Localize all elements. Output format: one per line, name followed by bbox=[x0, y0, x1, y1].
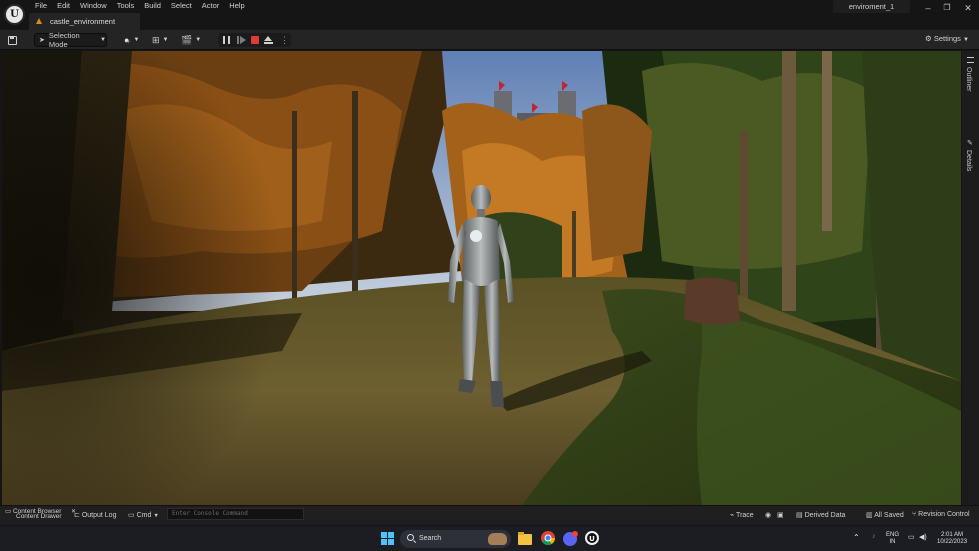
outliner-icon bbox=[967, 57, 974, 63]
close-button[interactable]: ✕ bbox=[961, 2, 975, 14]
content-drawer-label: Content Drawer bbox=[16, 513, 62, 520]
revision-control-button[interactable]: ⑂ Revision Control bbox=[912, 511, 970, 518]
more-options-icon[interactable]: ⋮ bbox=[280, 35, 289, 46]
menu-bar: File Edit Window Tools Build Select Acto… bbox=[30, 1, 250, 12]
frame-skip-icon[interactable] bbox=[237, 36, 246, 44]
branch-icon: ⑂ bbox=[912, 511, 917, 518]
svg-text:U: U bbox=[589, 535, 595, 543]
taskbar-search[interactable]: Search bbox=[400, 530, 511, 548]
all-saved-label: All Saved bbox=[874, 512, 904, 519]
maximize-button[interactable]: ❐ bbox=[940, 2, 954, 14]
chevron-down-icon: ▼ bbox=[153, 513, 159, 519]
search-highlight-image bbox=[488, 533, 507, 545]
derived-data-label: Derived Data bbox=[804, 512, 846, 519]
add-actor-button[interactable]: ● + ▼ bbox=[124, 33, 139, 47]
play-controls: ⋮ bbox=[218, 33, 291, 47]
screenshot-icon[interactable]: ▣ bbox=[777, 511, 784, 519]
chevron-up-icon[interactable]: ⌃ bbox=[853, 533, 860, 542]
level-viewport[interactable] bbox=[2, 51, 961, 505]
main-toolbar: ➤ Selection Mode ▼ ● + ▼ ⊞ ▼ 🎬 ▼ ⋮ ⚙ Setting… bbox=[0, 30, 979, 50]
cursor-icon: ➤ bbox=[39, 37, 45, 44]
selection-mode-dropdown[interactable]: ➤ Selection Mode ▼ bbox=[34, 31, 107, 49]
save-button[interactable] bbox=[8, 33, 19, 47]
output-log-label: Output Log bbox=[81, 512, 117, 519]
blueprint-button[interactable]: ⊞ ▼ bbox=[152, 33, 169, 47]
cinematics-button[interactable]: 🎬 ▼ bbox=[181, 33, 201, 47]
tab-outliner[interactable]: Outliner bbox=[965, 67, 972, 92]
clock[interactable]: 2:01 AM 10/22/2023 bbox=[937, 532, 967, 546]
windows-taskbar: Search U ⌃ ♪ ENG IN ▭ ◀) 2:01 AM 10/22/2… bbox=[0, 526, 979, 551]
scene-render bbox=[2, 51, 961, 505]
stop-icon[interactable] bbox=[251, 36, 259, 44]
plus-icon: + bbox=[126, 39, 131, 46]
file-explorer-icon[interactable] bbox=[518, 532, 533, 547]
language-line-2: IN bbox=[889, 539, 896, 545]
unreal-taskbar-icon[interactable]: U bbox=[585, 531, 600, 546]
chevron-down-icon: ▼ bbox=[162, 37, 169, 43]
search-label: Search bbox=[419, 535, 442, 542]
clapperboard-icon: 🎬 bbox=[181, 34, 193, 45]
log-icon: ⊏ bbox=[74, 512, 80, 519]
trace-label: Trace bbox=[736, 512, 754, 519]
folder-icon: ▭ bbox=[5, 508, 12, 515]
clock-time: 2:01 AM bbox=[941, 532, 964, 538]
record-icon[interactable]: ◉ bbox=[765, 511, 771, 519]
all-saved-button[interactable]: ▥ All Saved bbox=[866, 511, 904, 519]
trace-icon: ⌁ bbox=[730, 512, 735, 519]
menu-select[interactable]: Select bbox=[166, 1, 197, 12]
eject-icon[interactable] bbox=[264, 36, 273, 44]
cmd-dropdown[interactable]: ▭ Cmd ▼ bbox=[128, 511, 159, 519]
menu-help[interactable]: Help bbox=[224, 1, 249, 12]
console-command-input[interactable]: Enter Console Command bbox=[167, 508, 304, 520]
chevron-down-icon: ▼ bbox=[100, 37, 106, 43]
unreal-logo-icon[interactable]: U bbox=[4, 4, 25, 25]
menu-window[interactable]: Window bbox=[75, 1, 112, 12]
output-log-button[interactable]: ⊏ Output Log bbox=[74, 511, 116, 519]
cmd-label: Cmd bbox=[136, 512, 152, 519]
menu-build[interactable]: Build bbox=[139, 1, 166, 12]
discord-icon[interactable] bbox=[563, 531, 578, 546]
chevron-down-icon: ▼ bbox=[963, 37, 969, 43]
chrome-icon[interactable] bbox=[541, 531, 556, 546]
right-side-panel: Outliner ✎ Details bbox=[962, 51, 979, 505]
derived-data-button[interactable]: ▤ Derived Data bbox=[796, 511, 845, 519]
windows-start-icon[interactable] bbox=[381, 532, 396, 547]
selection-mode-label: Selection Mode bbox=[48, 31, 80, 49]
saved-icon: ▥ bbox=[866, 512, 873, 519]
search-icon bbox=[407, 534, 414, 541]
level-icon bbox=[36, 18, 42, 24]
speaker-icon[interactable]: ◀) bbox=[919, 533, 927, 541]
settings-label: Settings bbox=[933, 34, 961, 43]
pause-icon[interactable] bbox=[223, 36, 230, 44]
chevron-down-icon: ▼ bbox=[195, 37, 202, 43]
menu-file[interactable]: File bbox=[30, 1, 52, 12]
tab-level[interactable]: castle_environment bbox=[29, 13, 140, 30]
clock-date: 10/22/2023 bbox=[937, 539, 968, 545]
chevron-down-icon: ▼ bbox=[133, 37, 140, 43]
microphone-icon[interactable]: ♪ bbox=[872, 533, 876, 540]
menu-actor[interactable]: Actor bbox=[197, 1, 225, 12]
tab-level-label: castle_environment bbox=[50, 17, 116, 26]
minimize-button[interactable]: – bbox=[921, 2, 935, 14]
settings-button[interactable]: ⚙ Settings ▼ bbox=[925, 34, 969, 43]
content-browser-button[interactable]: ▭ Content Browser Content Drawer bbox=[5, 508, 62, 520]
menu-tools[interactable]: Tools bbox=[112, 1, 140, 12]
status-bar: ▭ Content Browser Content Drawer ✕ ⊏ Out… bbox=[0, 505, 979, 525]
language-indicator[interactable]: ENG IN bbox=[886, 532, 899, 546]
tab-details[interactable]: Details bbox=[965, 150, 972, 171]
derived-data-icon: ▤ bbox=[796, 512, 803, 519]
language-line-1: ENG bbox=[886, 532, 900, 538]
revision-control-label: Revision Control bbox=[918, 511, 970, 518]
pencil-icon: ✎ bbox=[967, 140, 973, 147]
blueprint-icon: ⊞ bbox=[152, 34, 160, 45]
terminal-icon: ▭ bbox=[128, 512, 135, 519]
display-icon[interactable]: ▭ bbox=[908, 533, 915, 541]
trace-button[interactable]: ⌁ Trace bbox=[730, 511, 754, 519]
title-bar: U File Edit Window Tools Build Select Ac… bbox=[0, 0, 979, 30]
save-icon bbox=[8, 35, 17, 45]
gear-icon: ⚙ bbox=[925, 34, 932, 43]
menu-edit[interactable]: Edit bbox=[52, 1, 75, 12]
project-name: enviroment_1 bbox=[833, 0, 910, 13]
